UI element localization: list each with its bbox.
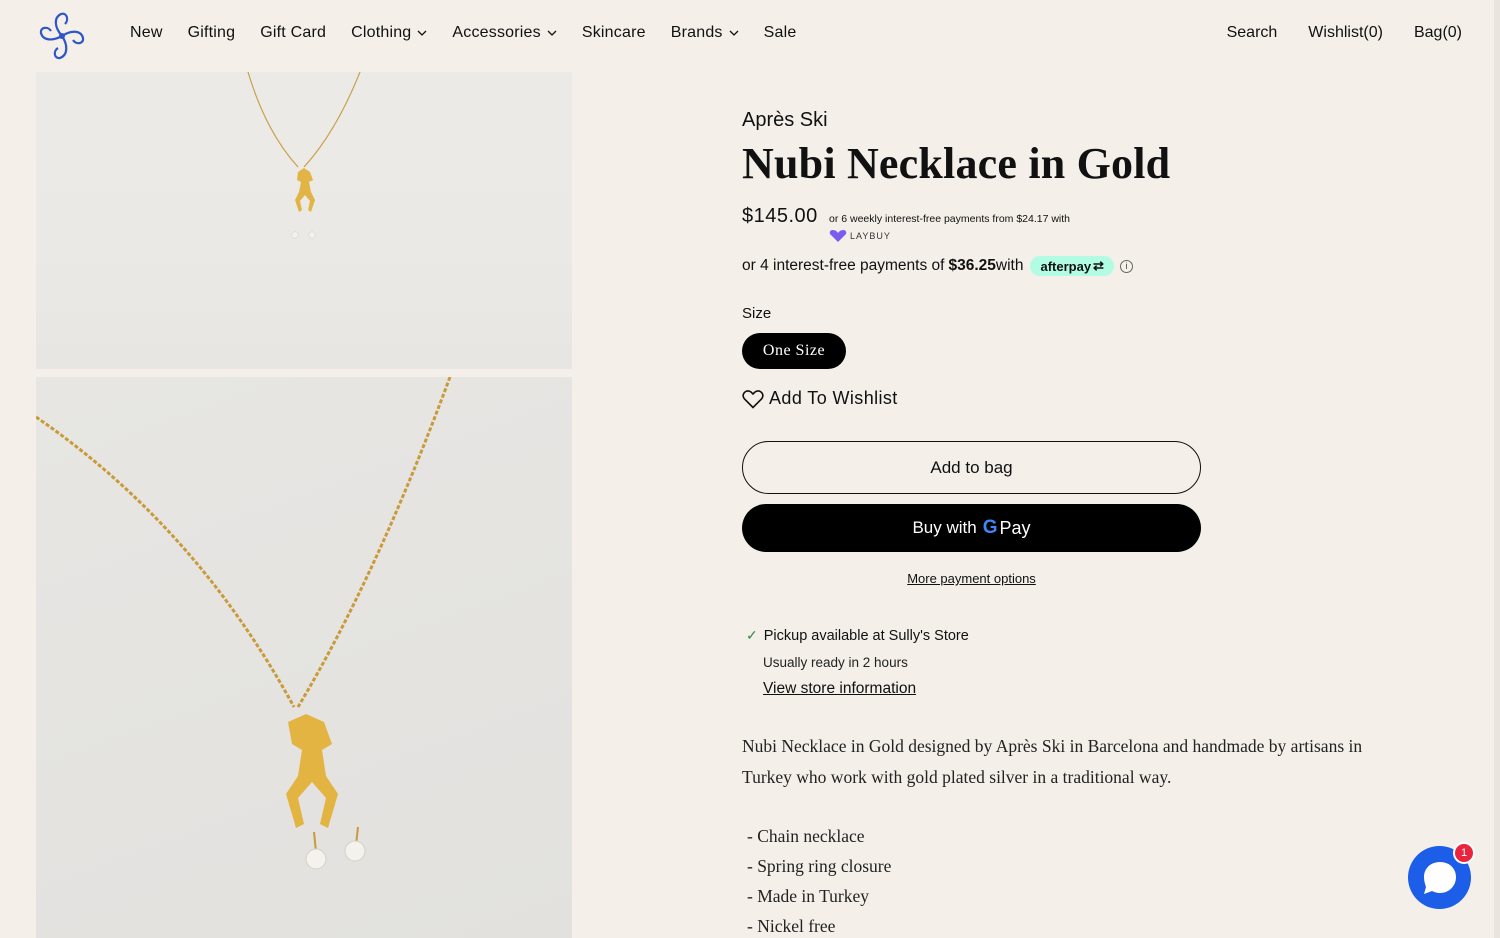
size-label: Size	[742, 305, 772, 322]
search-link[interactable]: Search	[1227, 24, 1278, 42]
pickup-ready-time: Usually ready in 2 hours	[763, 655, 908, 670]
list-item: - Spring ring closure	[747, 856, 892, 876]
laybuy-heart-icon	[829, 230, 847, 242]
bag-link[interactable]: Bag(0)	[1414, 24, 1462, 42]
nav-item-clothing[interactable]: Clothing	[351, 24, 427, 42]
buy-with-gpay-button[interactable]: Buy with G Pay	[742, 504, 1201, 552]
nav-item-brands[interactable]: Brands	[671, 24, 739, 42]
pickup-text: Pickup available at Sully's Store	[763, 627, 969, 644]
chevron-down-icon	[729, 30, 739, 36]
chevron-down-icon	[417, 30, 427, 36]
list-item: - Made in Turkey	[747, 886, 870, 906]
check-icon: ✓	[746, 627, 758, 643]
list-item: - Chain necklace	[747, 826, 865, 846]
nav-item-label: Skincare	[581, 24, 646, 41]
nav-item-gift-card[interactable]: Gift Card	[260, 24, 326, 42]
chat-notification-badge: 1	[1453, 842, 1475, 864]
scrollbar[interactable]	[1494, 0, 1500, 938]
afterpay-logo-text: afterpay	[1040, 258, 1092, 274]
afterpay-with: with	[995, 257, 1024, 274]
utility-nav: Search Wishlist(0) Bag(0)	[1196, 24, 1462, 42]
nav-item-label: Clothing	[351, 24, 412, 41]
laybuy-text: or 6 weekly interest-free payments from …	[829, 213, 1071, 225]
nav-item-sale[interactable]: Sale	[764, 24, 797, 42]
chat-bubble-icon	[1423, 861, 1456, 894]
main-nav: New Gifting Gift Card Clothing Accessori…	[130, 24, 821, 42]
necklace-image	[247, 72, 361, 239]
nav-item-label: Accessories	[452, 24, 541, 41]
logo-icon[interactable]	[35, 10, 89, 62]
buy-with-label: Buy with	[912, 518, 977, 537]
laybuy-logo[interactable]: LAYBUY	[829, 229, 891, 243]
add-to-bag-button[interactable]: Add to bag	[742, 441, 1201, 494]
list-item: - Nickel free	[747, 916, 836, 936]
nav-item-label: New	[130, 24, 163, 41]
nav-item-accessories[interactable]: Accessories	[452, 24, 557, 42]
product-price: $145.00	[742, 205, 818, 227]
add-to-wishlist-button[interactable]: Add To Wishlist	[742, 388, 898, 409]
nav-item-label: Gift Card	[260, 24, 327, 41]
product-image-2[interactable]	[36, 377, 572, 938]
google-g-icon: G	[982, 517, 998, 538]
wishlist-link[interactable]: Wishlist(0)	[1308, 24, 1383, 42]
heart-icon	[742, 389, 764, 409]
pickup-availability: ✓ Pickup available at Sully's Store	[746, 627, 969, 644]
product-brand[interactable]: Après Ski	[742, 109, 828, 132]
product-features: - Chain necklace - Spring ring closure -…	[747, 821, 891, 938]
info-icon[interactable]: i	[1119, 259, 1133, 273]
afterpay-logo[interactable]: afterpay ⇄	[1030, 256, 1114, 276]
chevron-down-icon	[547, 30, 557, 36]
afterpay-text: or 4 interest-free payments of	[742, 257, 945, 274]
size-option-one-size[interactable]: One Size	[742, 333, 846, 369]
wishlist-label: Add To Wishlist	[769, 388, 898, 408]
nav-item-gifting[interactable]: Gifting	[188, 24, 236, 42]
afterpay-row: or 4 interest-free payments of $36.25 wi…	[742, 256, 1133, 276]
gpay-pay-label: Pay	[999, 517, 1031, 538]
afterpay-amount: $36.25	[948, 257, 996, 274]
product-image-1[interactable]	[36, 72, 572, 369]
nav-item-label: Sale	[763, 24, 797, 41]
more-payment-options: More payment options	[742, 571, 1201, 586]
afterpay-arrows-icon: ⇄	[1093, 258, 1104, 273]
nav-item-new[interactable]: New	[130, 24, 163, 42]
nav-item-label: Gifting	[187, 24, 236, 41]
nav-item-skincare[interactable]: Skincare	[582, 24, 646, 42]
site-header: New Gifting Gift Card Clothing Accessori…	[0, 0, 1500, 72]
nav-item-label: Brands	[670, 24, 723, 41]
more-payment-options-link[interactable]: More payment options	[907, 571, 1036, 586]
view-store-information-link[interactable]: View store information	[763, 680, 916, 698]
product-description: Nubi Necklace in Gold designed by Après …	[742, 736, 1363, 787]
laybuy-logo-text: LAYBUY	[850, 231, 891, 241]
product-title: Nubi Necklace in Gold	[742, 139, 1171, 188]
necklace-closeup-image	[36, 377, 452, 870]
